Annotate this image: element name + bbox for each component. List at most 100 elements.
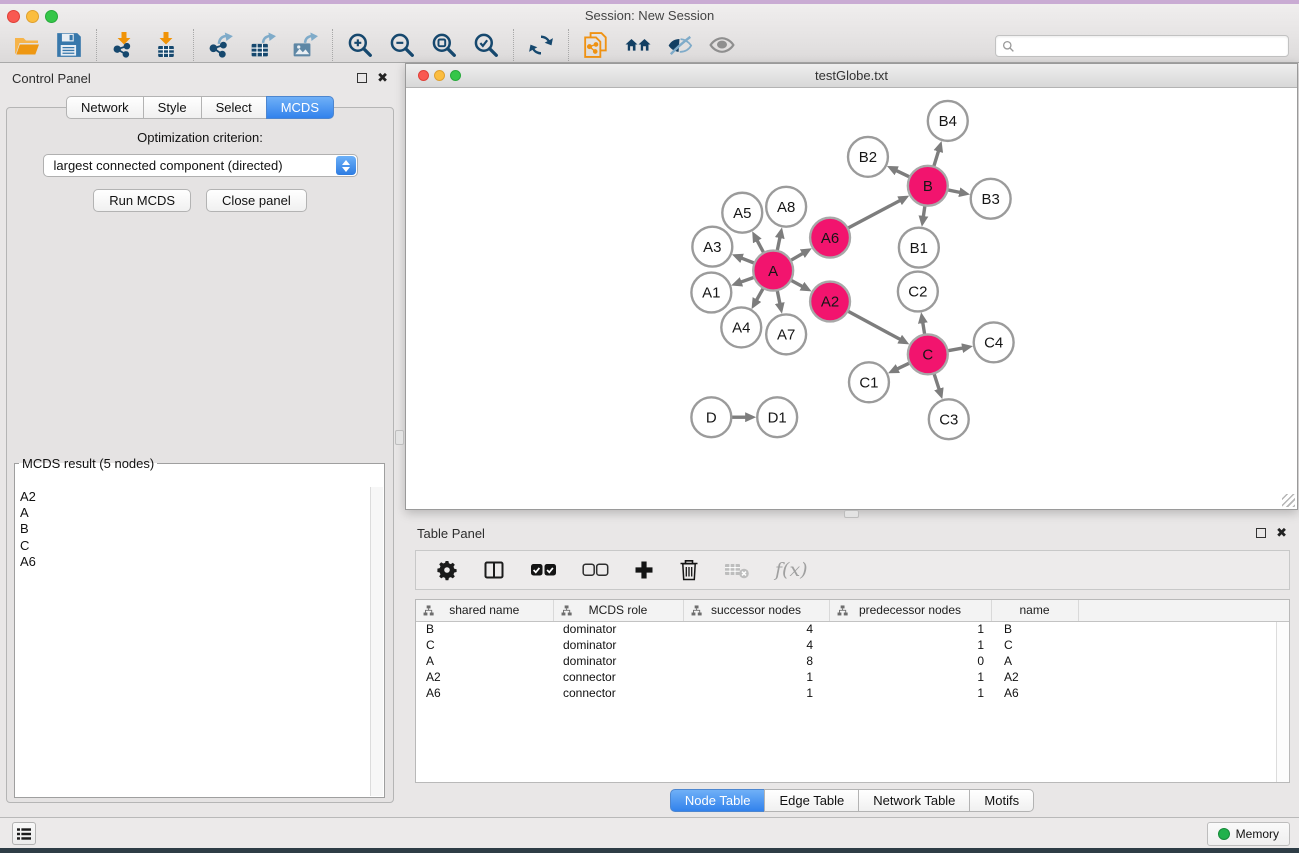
cell-name[interactable]: A6 bbox=[991, 685, 1078, 701]
save-session-button[interactable] bbox=[53, 30, 85, 60]
show-graphics-button[interactable] bbox=[706, 30, 738, 60]
cell-name[interactable]: A bbox=[991, 653, 1078, 669]
export-image-button[interactable] bbox=[289, 30, 321, 60]
new-network-from-selection-button[interactable] bbox=[580, 30, 612, 60]
cell-MCDS-role[interactable]: dominator bbox=[553, 653, 683, 669]
result-item[interactable]: C bbox=[20, 538, 383, 554]
memory-button[interactable]: Memory bbox=[1207, 822, 1290, 846]
zoom-out-button[interactable] bbox=[386, 30, 418, 60]
edge-B-B1[interactable] bbox=[923, 206, 925, 218]
result-item[interactable]: A6 bbox=[20, 554, 383, 570]
edge-A-A8[interactable] bbox=[777, 237, 780, 251]
edge-C-C1[interactable] bbox=[897, 363, 910, 369]
edge-B-B4[interactable] bbox=[934, 150, 939, 166]
table-scrollbar[interactable] bbox=[1276, 622, 1289, 782]
result-item[interactable]: A bbox=[20, 505, 383, 521]
show-panels-button[interactable] bbox=[12, 822, 36, 845]
close-panel-button[interactable]: Close panel bbox=[206, 189, 307, 212]
tab-select[interactable]: Select bbox=[201, 96, 267, 119]
edge-B-B3[interactable] bbox=[947, 190, 960, 193]
deselect-all-button[interactable] bbox=[582, 563, 609, 577]
edge-A-A6[interactable] bbox=[790, 253, 803, 260]
result-list-scrollbar[interactable] bbox=[370, 487, 383, 796]
refresh-button[interactable] bbox=[525, 30, 557, 60]
cell-predecessor-nodes[interactable]: 0 bbox=[829, 653, 991, 669]
cell-MCDS-role[interactable]: connector bbox=[553, 669, 683, 685]
cell-MCDS-role[interactable]: dominator bbox=[553, 621, 683, 637]
cell-predecessor-nodes[interactable]: 1 bbox=[829, 637, 991, 653]
tab-network[interactable]: Network bbox=[66, 96, 144, 119]
attribute-settings-button[interactable] bbox=[436, 559, 458, 581]
edge-A-A2[interactable] bbox=[791, 280, 803, 287]
network-window-titlebar[interactable]: testGlobe.txt bbox=[406, 64, 1297, 88]
edge-C-C3[interactable] bbox=[934, 373, 939, 389]
export-network-button[interactable] bbox=[205, 30, 237, 60]
close-table-panel-icon[interactable]: ✖ bbox=[1276, 525, 1287, 541]
cell-predecessor-nodes[interactable]: 1 bbox=[829, 685, 991, 701]
float-panel-icon[interactable] bbox=[357, 73, 367, 83]
table-row[interactable]: Cdominator41C bbox=[416, 637, 1289, 653]
zoom-in-button[interactable] bbox=[344, 30, 376, 60]
hide-graphics-button[interactable] bbox=[664, 30, 696, 60]
table-row[interactable]: Adominator80A bbox=[416, 653, 1289, 669]
table-row[interactable]: A2connector11A2 bbox=[416, 669, 1289, 685]
close-panel-icon[interactable]: ✖ bbox=[377, 70, 388, 86]
cell-shared-name[interactable]: A bbox=[416, 653, 553, 669]
column-header-successor-nodes[interactable]: successor nodes bbox=[683, 600, 829, 621]
tab-network-table[interactable]: Network Table bbox=[858, 789, 970, 812]
vertical-splitter-grip[interactable] bbox=[395, 430, 404, 445]
first-neighbors-button[interactable] bbox=[622, 30, 654, 60]
edge-A-A5[interactable] bbox=[757, 240, 764, 253]
cell-shared-name[interactable]: C bbox=[416, 637, 553, 653]
import-table-button[interactable] bbox=[150, 30, 182, 60]
column-header-name[interactable]: name bbox=[991, 600, 1078, 621]
open-session-button[interactable] bbox=[11, 30, 43, 60]
edge-A2-C[interactable] bbox=[848, 311, 901, 340]
cell-successor-nodes[interactable]: 4 bbox=[683, 621, 829, 637]
cell-successor-nodes[interactable]: 1 bbox=[683, 685, 829, 701]
cell-MCDS-role[interactable]: connector bbox=[553, 685, 683, 701]
tab-style[interactable]: Style bbox=[143, 96, 202, 119]
delete-column-button[interactable] bbox=[679, 559, 699, 581]
tab-edge-table[interactable]: Edge Table bbox=[764, 789, 859, 812]
cell-successor-nodes[interactable]: 8 bbox=[683, 653, 829, 669]
cell-name[interactable]: B bbox=[991, 621, 1078, 637]
edge-B-B2[interactable] bbox=[896, 170, 910, 177]
delete-table-button[interactable] bbox=[724, 561, 750, 579]
add-column-button[interactable] bbox=[634, 560, 654, 580]
horizontal-splitter-grip[interactable] bbox=[844, 510, 859, 518]
network-canvas[interactable]: AA1A3A5A8A6A2A4A7BB2B4B3B1C2CC4C1C3DD1 bbox=[406, 89, 1297, 509]
column-view-button[interactable] bbox=[483, 559, 505, 581]
tab-motifs[interactable]: Motifs bbox=[969, 789, 1034, 812]
float-table-panel-icon[interactable] bbox=[1256, 528, 1266, 538]
tab-node-table[interactable]: Node Table bbox=[670, 789, 766, 812]
cell-shared-name[interactable]: B bbox=[416, 621, 553, 637]
result-item[interactable]: B bbox=[20, 521, 383, 537]
edge-C-C2[interactable] bbox=[923, 322, 925, 335]
column-header-shared-name[interactable]: shared name bbox=[416, 600, 553, 621]
cell-MCDS-role[interactable]: dominator bbox=[553, 637, 683, 653]
cell-name[interactable]: A2 bbox=[991, 669, 1078, 685]
table-row[interactable]: Bdominator41B bbox=[416, 621, 1289, 637]
edge-A-A3[interactable] bbox=[741, 258, 755, 263]
cell-predecessor-nodes[interactable]: 1 bbox=[829, 621, 991, 637]
cell-predecessor-nodes[interactable]: 1 bbox=[829, 669, 991, 685]
result-item[interactable]: A2 bbox=[20, 489, 383, 505]
network-graph[interactable]: AA1A3A5A8A6A2A4A7BB2B4B3B1C2CC4C1C3DD1 bbox=[406, 89, 1297, 509]
search-input[interactable] bbox=[1019, 39, 1284, 53]
function-builder-button[interactable]: f(x) bbox=[775, 559, 808, 581]
window-resize-grip[interactable] bbox=[1282, 494, 1295, 507]
optimization-criterion-dropdown[interactable]: largest connected component (directed) bbox=[43, 154, 358, 177]
select-all-button[interactable] bbox=[530, 563, 557, 577]
zoom-fit-button[interactable] bbox=[428, 30, 460, 60]
column-header-predecessor-nodes[interactable]: predecessor nodes bbox=[829, 600, 991, 621]
cell-shared-name[interactable]: A6 bbox=[416, 685, 553, 701]
column-header-MCDS-role[interactable]: MCDS role bbox=[553, 600, 683, 621]
cell-shared-name[interactable]: A2 bbox=[416, 669, 553, 685]
export-table-button[interactable] bbox=[247, 30, 279, 60]
cell-name[interactable]: C bbox=[991, 637, 1078, 653]
search-field[interactable] bbox=[995, 35, 1289, 57]
import-network-button[interactable] bbox=[108, 30, 140, 60]
tab-mcds[interactable]: MCDS bbox=[266, 96, 334, 119]
edge-A-A4[interactable] bbox=[756, 288, 763, 300]
